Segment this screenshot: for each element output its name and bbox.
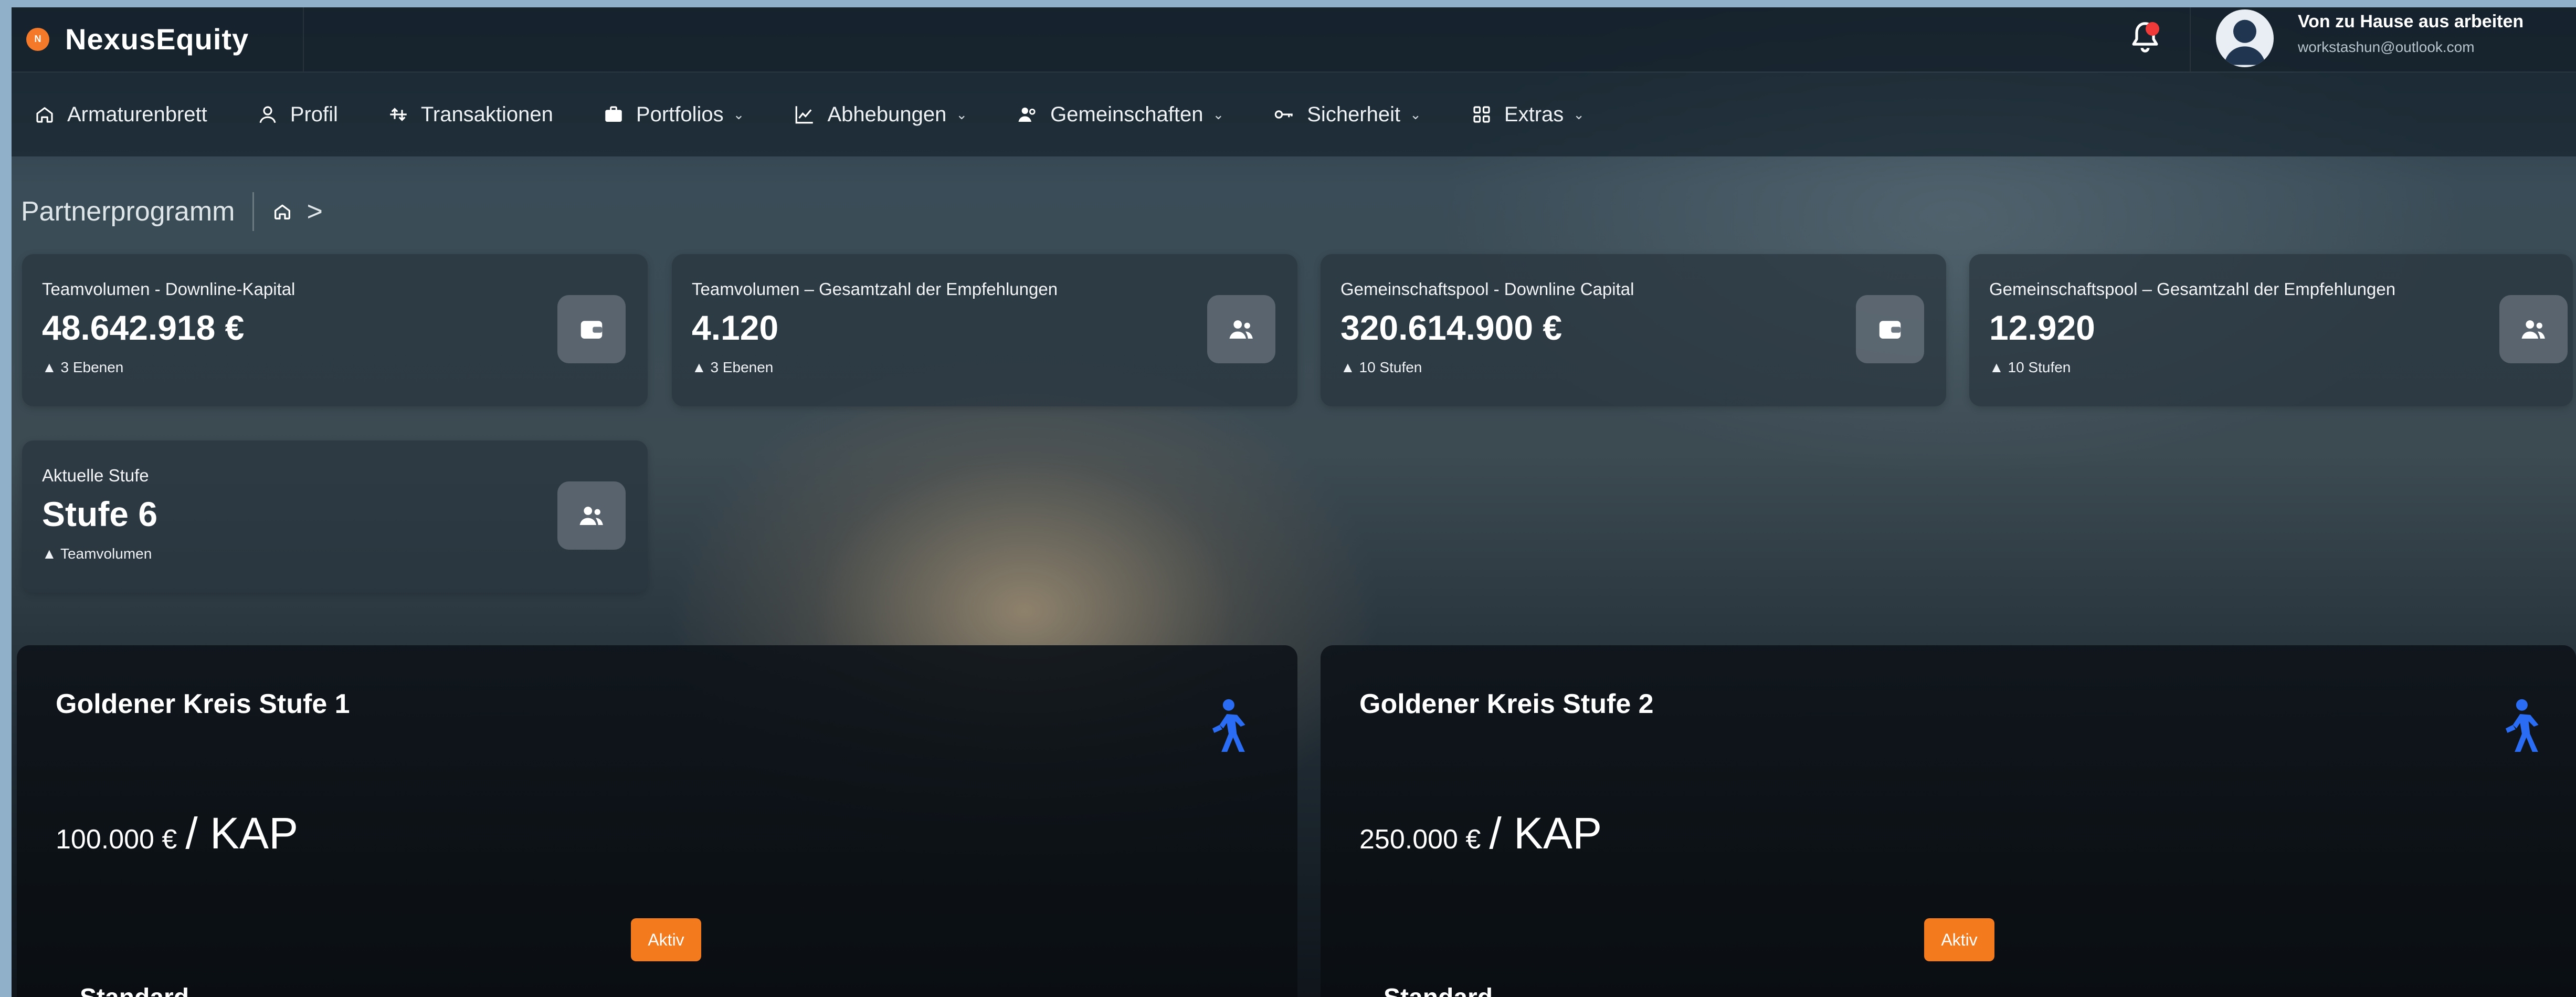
price-unit: / KAP — [185, 809, 299, 858]
wallet-icon — [1879, 321, 1901, 339]
nav-item-profil[interactable]: Profil — [257, 103, 338, 127]
breadcrumb-divider — [252, 192, 255, 231]
nav-label: Extras — [1504, 102, 1564, 126]
stat-card-current-level: Aktuelle Stufe Stufe 6 ▲ Teamvolumen — [22, 440, 648, 593]
briefcase-icon — [605, 106, 622, 122]
nav-label: Portfolios — [636, 102, 724, 126]
stat-card-team-capital: Teamvolumen - Downline-Kapital 48.642.91… — [22, 254, 648, 406]
home-icon — [36, 107, 53, 123]
brand-name: NexusEquity — [65, 23, 249, 56]
user-email: workstashun@outlook.com — [2298, 39, 2475, 55]
nav-item-extras[interactable]: Extras ⌄ — [1471, 103, 1585, 127]
brand-logo-icon: N — [26, 27, 49, 51]
nav-label: Profil — [290, 102, 338, 126]
price-amount: 250.000 € — [1359, 824, 1481, 855]
plan-name: Standard — [1384, 983, 1493, 997]
users-icon — [1229, 320, 1253, 339]
main-nav: Armaturenbrett Profil Transaktionen Port… — [12, 72, 2576, 156]
chart-line-icon — [796, 106, 814, 124]
stat-sub: ▲ 3 Ebenen — [42, 359, 124, 375]
nav-item-transaktionen[interactable]: Transaktionen — [387, 103, 553, 127]
nav-item-armaturenbrett[interactable]: Armaturenbrett — [34, 103, 207, 127]
panel-title: Goldener Kreis Stufe 1 — [56, 689, 350, 719]
plan-name: Standard — [80, 983, 189, 997]
stat-label: Teamvolumen – Gesamtzahl der Empfehlunge… — [692, 279, 1058, 299]
chevron-down-icon: ⌄ — [733, 106, 745, 122]
users-icon — [579, 507, 603, 525]
stat-label: Teamvolumen - Downline-Kapital — [42, 279, 295, 299]
breadcrumb: Partnerprogramm > — [21, 192, 323, 231]
home-icon[interactable] — [272, 201, 293, 222]
stat-sub: ▲ 10 Stufen — [1989, 359, 2071, 375]
top-header: N NexusEquity Von zu Hause aus arbeiten … — [12, 7, 2576, 72]
app-frame: N NexusEquity Von zu Hause aus arbeiten … — [12, 7, 2576, 997]
stat-icon-box — [557, 481, 626, 550]
panel-price: 100.000 € / KAP — [56, 808, 298, 859]
golden-circle-panel-1: Goldener Kreis Stufe 1 100.000 € / KAP Ak… — [17, 645, 1297, 997]
stat-card-pool-capital: Gemeinschaftspool - Downline Capital 320… — [1321, 254, 1946, 406]
wallet-icon — [580, 321, 603, 339]
brand[interactable]: N NexusEquity — [26, 22, 249, 56]
chevron-down-icon: ⌄ — [1212, 106, 1224, 122]
user-avatar[interactable] — [2216, 9, 2274, 67]
stat-value: 320.614.900 € — [1340, 308, 1563, 347]
page-title: Partnerprogramm — [21, 196, 235, 227]
stat-card-team-referrals: Teamvolumen – Gesamtzahl der Empfehlunge… — [672, 254, 1297, 406]
stat-value: Stufe 6 — [42, 495, 158, 533]
header-divider — [303, 7, 304, 71]
stat-sub: ▲ 10 Stufen — [1340, 359, 1422, 375]
stat-value: 12.920 — [1989, 308, 2095, 347]
price-unit: / KAP — [1489, 809, 1602, 858]
chevron-down-icon: ⌄ — [1410, 106, 1421, 122]
user-icon — [259, 106, 276, 123]
stat-icon-box — [1207, 295, 1275, 363]
golden-circle-panel-2: Goldener Kreis Stufe 2 250.000 € / KAP Ak… — [1321, 645, 2576, 997]
stat-icon-box — [557, 295, 626, 363]
stat-label: Gemeinschaftspool – Gesamtzahl der Empfe… — [1989, 279, 2396, 299]
key-icon — [1275, 110, 1293, 119]
transactions-icon — [390, 108, 407, 121]
nav-label: Transaktionen — [420, 102, 553, 126]
stat-card-pool-referrals: Gemeinschaftspool – Gesamtzahl der Empfe… — [1969, 254, 2573, 406]
users-icon — [2521, 320, 2545, 339]
nav-label: Sicherheit — [1307, 102, 1401, 126]
nav-label: Gemeinschaften — [1050, 102, 1203, 126]
notification-bell-icon[interactable] — [2127, 19, 2163, 56]
stat-label: Gemeinschaftspool - Downline Capital — [1340, 279, 1634, 299]
stat-sub: ▲ 3 Ebenen — [692, 359, 774, 375]
status-badge: Aktiv — [1924, 918, 1994, 961]
stat-sub: ▲ Teamvolumen — [42, 545, 152, 562]
header-divider — [2190, 7, 2191, 71]
chevron-down-icon: ⌄ — [1573, 106, 1585, 122]
status-badge: Aktiv — [631, 918, 701, 961]
nav-item-portfolios[interactable]: Portfolios ⌄ — [603, 102, 745, 127]
price-amount: 100.000 € — [56, 824, 177, 855]
nav-item-abhebungen[interactable]: Abhebungen ⌄ — [794, 103, 967, 127]
nav-item-gemeinschaften[interactable]: Gemeinschaften ⌄ — [1017, 103, 1224, 127]
notification-dot — [2146, 22, 2159, 36]
grid-icon — [1473, 106, 1490, 123]
stat-value: 48.642.918 € — [42, 308, 245, 347]
walking-person-icon — [1212, 699, 1245, 752]
nav-label: Armaturenbrett — [67, 102, 207, 126]
nav-label: Abhebungen — [827, 102, 947, 126]
user-name[interactable]: Von zu Hause aus arbeiten — [2298, 12, 2524, 32]
breadcrumb-chevron-icon: > — [307, 196, 323, 227]
stat-label: Aktuelle Stufe — [42, 466, 149, 485]
walking-person-icon — [2505, 699, 2539, 752]
panel-title: Goldener Kreis Stufe 2 — [1359, 689, 1654, 719]
stat-icon-box — [1856, 295, 1924, 363]
chevron-down-icon: ⌄ — [956, 106, 968, 122]
users-icon — [1018, 107, 1036, 122]
stat-icon-box — [2499, 295, 2568, 363]
stat-value: 4.120 — [692, 308, 779, 347]
nav-item-sicherheit[interactable]: Sicherheit ⌄ — [1273, 103, 1421, 127]
panel-price: 250.000 € / KAP — [1359, 808, 1602, 859]
